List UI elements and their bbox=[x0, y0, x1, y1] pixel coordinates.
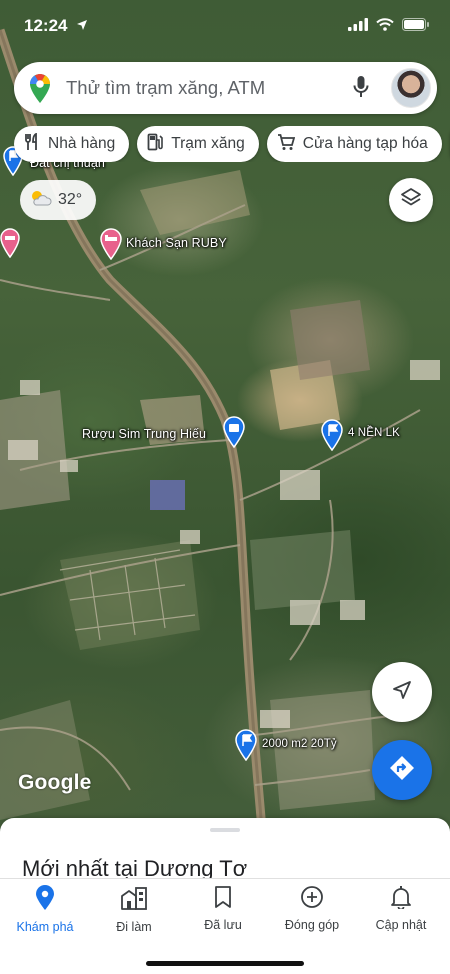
sheet-handle[interactable] bbox=[210, 828, 240, 832]
layers-button[interactable] bbox=[389, 178, 433, 222]
sun-cloud-icon bbox=[28, 188, 52, 213]
place-label[interactable]: 2000 m2 20Tỷ bbox=[262, 738, 337, 750]
microphone-icon[interactable] bbox=[353, 75, 369, 104]
weather-temperature: 32° bbox=[58, 191, 83, 208]
nav-label: Khám phá bbox=[16, 920, 74, 934]
place-label[interactable]: 4 NỀN LK bbox=[348, 427, 400, 439]
search-bar[interactable]: Thử tìm trạm xăng, ATM bbox=[14, 62, 437, 114]
chip-groceries[interactable]: Cửa hàng tạp hóa bbox=[266, 126, 442, 162]
search-input[interactable]: Thử tìm trạm xăng, ATM bbox=[66, 77, 265, 99]
directions-icon bbox=[388, 754, 416, 787]
my-location-button[interactable] bbox=[372, 662, 432, 722]
nav-label: Đóng góp bbox=[284, 918, 340, 932]
nav-label: Đi làm bbox=[116, 920, 152, 934]
signal-icon bbox=[348, 18, 368, 36]
bell-icon bbox=[390, 885, 412, 912]
shopping-cart-icon bbox=[277, 133, 295, 156]
google-logo: Google bbox=[18, 771, 92, 794]
bookmark-icon bbox=[214, 885, 232, 912]
nav-updates[interactable]: Cập nhật bbox=[356, 885, 446, 941]
battery-icon bbox=[402, 18, 430, 36]
nav-explore[interactable]: Khám phá bbox=[0, 885, 90, 941]
wifi-icon bbox=[376, 18, 394, 36]
chip-label: Nhà hàng bbox=[48, 135, 116, 152]
chip-label: Trạm xăng bbox=[171, 135, 245, 152]
place-label[interactable]: Khách Sạn RUBY bbox=[126, 236, 227, 250]
nav-label: Cập nhật bbox=[375, 918, 427, 932]
fork-knife-icon bbox=[24, 132, 40, 156]
maps-logo-icon bbox=[28, 74, 52, 109]
chip-gas-stations[interactable]: Trạm xăng bbox=[137, 126, 259, 162]
location-pin-icon bbox=[35, 885, 55, 914]
nav-saved[interactable]: Đã lưu bbox=[178, 885, 268, 941]
category-chips: Nhà hàng Trạm xăng Cửa hàng tạp hóa bbox=[14, 126, 450, 162]
directions-button[interactable] bbox=[372, 740, 432, 800]
bottom-nav: Khám phá Đi làm Đã lưu Đóng góp Cập nhật bbox=[0, 878, 450, 974]
navigation-arrow-icon bbox=[391, 679, 413, 706]
add-circle-icon bbox=[300, 885, 324, 912]
nav-label: Đã lưu bbox=[204, 918, 242, 932]
commute-building-icon bbox=[120, 885, 148, 914]
avatar[interactable] bbox=[391, 68, 431, 108]
weather-badge[interactable]: 32° bbox=[20, 180, 96, 220]
place-label[interactable]: Rượu Sim Trung Hiếu bbox=[82, 427, 206, 441]
home-indicator[interactable] bbox=[146, 961, 304, 966]
gas-pump-icon bbox=[147, 133, 164, 156]
chip-label: Cửa hàng tạp hóa bbox=[302, 135, 428, 152]
explore-sheet[interactable]: Mới nhất tại Dương Tơ bbox=[0, 818, 450, 881]
nav-commute[interactable]: Đi làm bbox=[89, 885, 179, 941]
nav-contribute[interactable]: Đóng góp bbox=[267, 885, 357, 941]
status-bar: 12:24 bbox=[0, 0, 450, 54]
location-arrow-icon bbox=[76, 18, 88, 36]
layers-icon bbox=[400, 187, 422, 214]
status-time: 12:24 bbox=[24, 16, 68, 35]
chip-restaurants[interactable]: Nhà hàng bbox=[14, 126, 130, 162]
